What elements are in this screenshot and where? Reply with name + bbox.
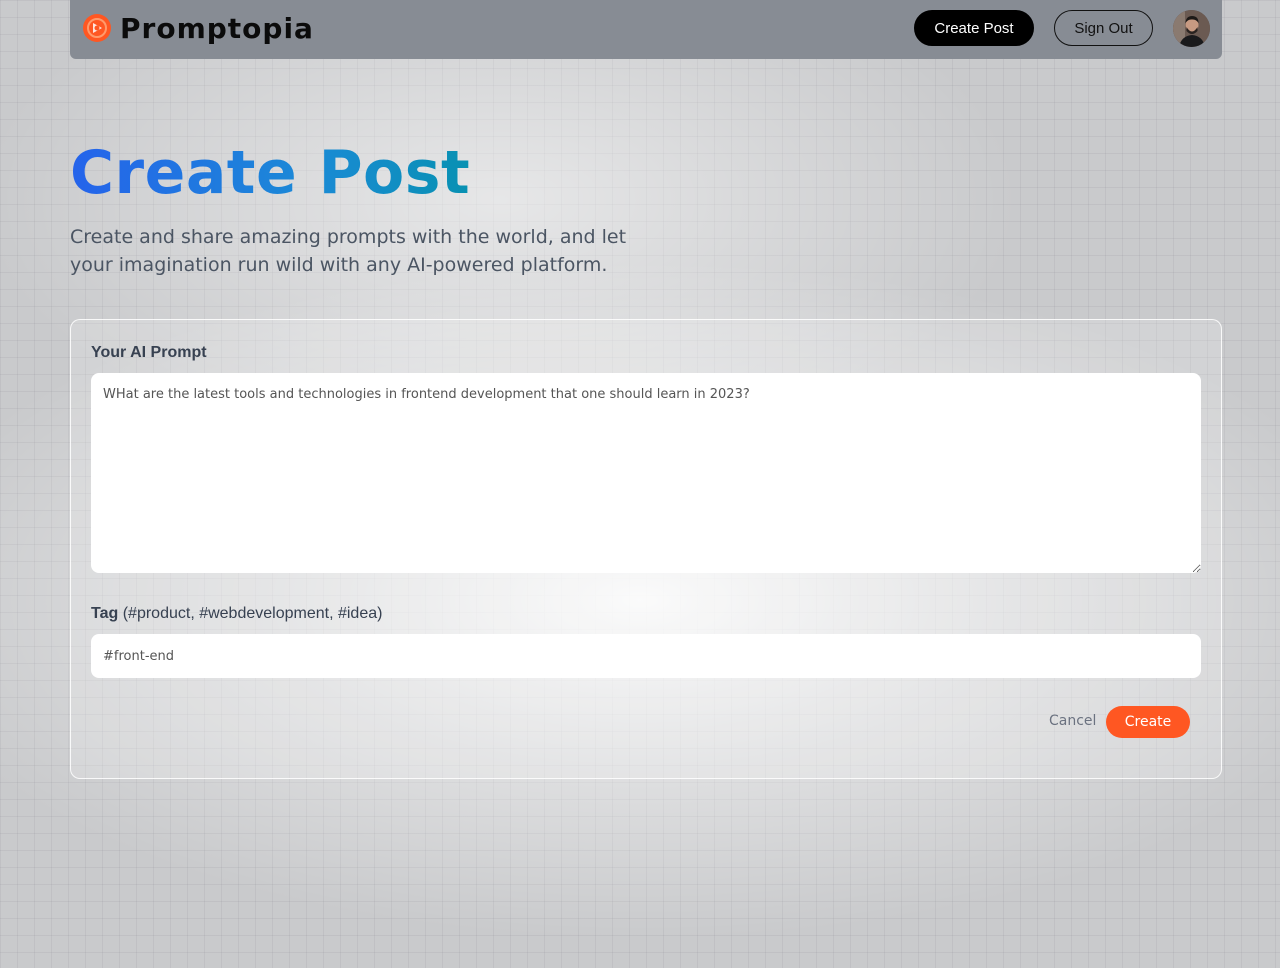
logo-text[interactable]: Promptopia <box>120 10 314 48</box>
tag-label: Tag <box>91 605 119 622</box>
prompt-textarea[interactable]: WHat are the latest tools and technologi… <box>91 373 1201 573</box>
top-navbar: Promptopia Create Post Sign Out <box>70 0 1222 59</box>
logo-icon[interactable] <box>82 13 112 43</box>
tag-label-row: Tag (#product, #webdevelopment, #idea) <box>91 605 382 623</box>
create-post-button[interactable]: Create Post <box>914 10 1034 46</box>
create-post-form: Your AI Prompt WHat are the latest tools… <box>70 319 1222 779</box>
tag-hint: (#product, #webdevelopment, #idea) <box>122 605 383 622</box>
create-submit-button[interactable]: Create <box>1106 706 1190 738</box>
cancel-link[interactable]: Cancel <box>1049 713 1096 733</box>
page-title: Create Post <box>70 138 471 208</box>
page-subtitle: Create and share amazing prompts with th… <box>70 226 627 276</box>
prompt-label: Your AI Prompt <box>91 344 207 361</box>
user-avatar-icon <box>1173 10 1210 47</box>
tag-input[interactable] <box>91 634 1201 678</box>
avatar[interactable] <box>1173 10 1210 47</box>
sign-out-button[interactable]: Sign Out <box>1054 10 1153 46</box>
